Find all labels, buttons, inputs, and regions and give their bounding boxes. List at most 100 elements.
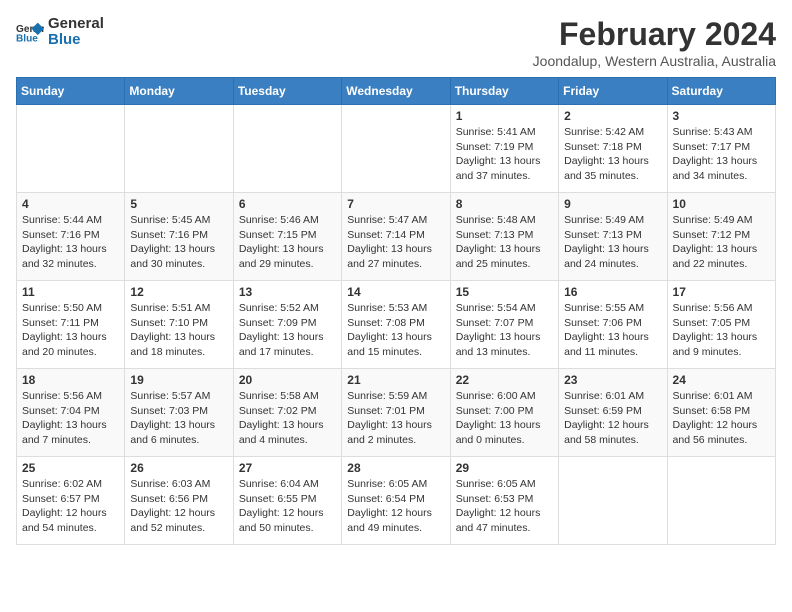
calendar-cell: 26Sunrise: 6:03 AM Sunset: 6:56 PM Dayli… — [125, 457, 233, 545]
header: General Blue General Blue February 2024 … — [16, 16, 776, 69]
calendar-header-monday: Monday — [125, 78, 233, 105]
main-title: February 2024 — [533, 16, 776, 53]
calendar-cell — [125, 105, 233, 193]
calendar-cell: 5 Sunrise: 5:45 AM Sunset: 7:16 PM Daylig… — [125, 193, 233, 281]
calendar-cell: 18 Sunrise: 5:56 AM Sunset: 7:04 PM Dayli… — [17, 369, 125, 457]
day-number: 16 — [564, 285, 661, 299]
day-info: Sunrise: 5:57 AM Sunset: 7:03 PM Dayligh… — [130, 389, 227, 448]
day-info: Sunrise: 5:50 AM Sunset: 7:11 PM Dayligh… — [22, 301, 119, 360]
calendar-header-saturday: Saturday — [667, 78, 775, 105]
calendar-cell: 24 Sunrise: 6:01 AM Sunset: 6:58 PM Dayli… — [667, 369, 775, 457]
calendar-cell: 14Sunrise: 5:53 AM Sunset: 7:08 PM Dayli… — [342, 281, 450, 369]
day-number: 15 — [456, 285, 553, 299]
day-number: 28 — [347, 461, 444, 475]
day-number: 6 — [239, 197, 336, 211]
calendar-cell: 13Sunrise: 5:52 AM Sunset: 7:09 PM Dayli… — [233, 281, 341, 369]
calendar-week-row: 25 Sunrise: 6:02 AM Sunset: 6:57 PM Dayli… — [17, 457, 776, 545]
calendar-cell: 11 Sunrise: 5:50 AM Sunset: 7:11 PM Dayli… — [17, 281, 125, 369]
calendar-cell — [17, 105, 125, 193]
day-number: 9 — [564, 197, 661, 211]
day-number: 17 — [673, 285, 770, 299]
calendar-cell: 17 Sunrise: 5:56 AM Sunset: 7:05 PM Dayli… — [667, 281, 775, 369]
calendar-cell: 22 Sunrise: 6:00 AM Sunset: 7:00 PM Dayli… — [450, 369, 558, 457]
day-info: Sunrise: 5:54 AM Sunset: 7:07 PM Dayligh… — [456, 301, 553, 360]
day-info: Sunrise: 5:42 AM Sunset: 7:18 PM Dayligh… — [564, 125, 661, 184]
day-number: 8 — [456, 197, 553, 211]
calendar-cell — [233, 105, 341, 193]
calendar-cell: 12Sunrise: 5:51 AM Sunset: 7:10 PM Dayli… — [125, 281, 233, 369]
calendar-cell: 7 Sunrise: 5:47 AM Sunset: 7:14 PM Daylig… — [342, 193, 450, 281]
day-info: Sunrise: 5:41 AM Sunset: 7:19 PM Dayligh… — [456, 125, 553, 184]
day-info: Sunrise: 6:05 AM Sunset: 6:53 PM Dayligh… — [456, 477, 553, 536]
day-info: Sunrise: 6:00 AM Sunset: 7:00 PM Dayligh… — [456, 389, 553, 448]
day-info: Sunrise: 5:49 AM Sunset: 7:13 PM Dayligh… — [564, 213, 661, 272]
day-info: Sunrise: 6:01 AM Sunset: 6:59 PM Dayligh… — [564, 389, 661, 448]
logo-blue: Blue — [48, 31, 81, 48]
day-number: 27 — [239, 461, 336, 475]
day-number: 2 — [564, 109, 661, 123]
title-area: February 2024 Joondalup, Western Austral… — [533, 16, 776, 69]
logo: General Blue General Blue — [16, 16, 104, 48]
calendar-cell: 29 Sunrise: 6:05 AM Sunset: 6:53 PM Dayli… — [450, 457, 558, 545]
day-number: 18 — [22, 373, 119, 387]
day-info: Sunrise: 5:45 AM Sunset: 7:16 PM Dayligh… — [130, 213, 227, 272]
day-info: Sunrise: 5:48 AM Sunset: 7:13 PM Dayligh… — [456, 213, 553, 272]
subtitle: Joondalup, Western Australia, Australia — [533, 53, 776, 69]
day-info: Sunrise: 5:49 AM Sunset: 7:12 PM Dayligh… — [673, 213, 770, 272]
calendar-header-thursday: Thursday — [450, 78, 558, 105]
calendar-week-row: 1 Sunrise: 5:41 AM Sunset: 7:19 PM Daylig… — [17, 105, 776, 193]
day-info: Sunrise: 6:01 AM Sunset: 6:58 PM Dayligh… — [673, 389, 770, 448]
day-info: Sunrise: 6:04 AM Sunset: 6:55 PM Dayligh… — [239, 477, 336, 536]
calendar-cell — [667, 457, 775, 545]
calendar-cell: 10 Sunrise: 5:49 AM Sunset: 7:12 PM Dayli… — [667, 193, 775, 281]
calendar-cell: 1 Sunrise: 5:41 AM Sunset: 7:19 PM Daylig… — [450, 105, 558, 193]
day-number: 29 — [456, 461, 553, 475]
logo-icon: General Blue — [16, 21, 44, 43]
svg-text:Blue: Blue — [16, 33, 38, 43]
day-number: 4 — [22, 197, 119, 211]
calendar-cell — [342, 105, 450, 193]
day-number: 26 — [130, 461, 227, 475]
day-info: Sunrise: 5:47 AM Sunset: 7:14 PM Dayligh… — [347, 213, 444, 272]
calendar-table: SundayMondayTuesdayWednesdayThursdayFrid… — [16, 77, 776, 545]
day-info: Sunrise: 5:44 AM Sunset: 7:16 PM Dayligh… — [22, 213, 119, 272]
calendar-cell: 19 Sunrise: 5:57 AM Sunset: 7:03 PM Dayli… — [125, 369, 233, 457]
calendar-cell: 3Sunrise: 5:43 AM Sunset: 7:17 PM Daylig… — [667, 105, 775, 193]
day-number: 20 — [239, 373, 336, 387]
calendar-cell: 9 Sunrise: 5:49 AM Sunset: 7:13 PM Daylig… — [559, 193, 667, 281]
calendar-header-sunday: Sunday — [17, 78, 125, 105]
day-info: Sunrise: 6:02 AM Sunset: 6:57 PM Dayligh… — [22, 477, 119, 536]
day-number: 7 — [347, 197, 444, 211]
day-number: 5 — [130, 197, 227, 211]
day-number: 24 — [673, 373, 770, 387]
calendar-header-wednesday: Wednesday — [342, 78, 450, 105]
day-number: 12 — [130, 285, 227, 299]
day-info: Sunrise: 6:05 AM Sunset: 6:54 PM Dayligh… — [347, 477, 444, 536]
day-number: 19 — [130, 373, 227, 387]
day-info: Sunrise: 5:43 AM Sunset: 7:17 PM Dayligh… — [673, 125, 770, 184]
calendar-header-row: SundayMondayTuesdayWednesdayThursdayFrid… — [17, 78, 776, 105]
day-number: 21 — [347, 373, 444, 387]
calendar-cell: 16 Sunrise: 5:55 AM Sunset: 7:06 PM Dayli… — [559, 281, 667, 369]
calendar-cell: 2 Sunrise: 5:42 AM Sunset: 7:18 PM Daylig… — [559, 105, 667, 193]
day-info: Sunrise: 5:55 AM Sunset: 7:06 PM Dayligh… — [564, 301, 661, 360]
calendar-cell: 23Sunrise: 6:01 AM Sunset: 6:59 PM Dayli… — [559, 369, 667, 457]
day-number: 1 — [456, 109, 553, 123]
day-number: 22 — [456, 373, 553, 387]
day-info: Sunrise: 5:46 AM Sunset: 7:15 PM Dayligh… — [239, 213, 336, 272]
day-number: 13 — [239, 285, 336, 299]
calendar-cell: 28 Sunrise: 6:05 AM Sunset: 6:54 PM Dayli… — [342, 457, 450, 545]
calendar-cell: 21Sunrise: 5:59 AM Sunset: 7:01 PM Dayli… — [342, 369, 450, 457]
calendar-header-tuesday: Tuesday — [233, 78, 341, 105]
calendar-cell — [559, 457, 667, 545]
day-number: 25 — [22, 461, 119, 475]
day-number: 10 — [673, 197, 770, 211]
day-info: Sunrise: 5:56 AM Sunset: 7:05 PM Dayligh… — [673, 301, 770, 360]
day-number: 11 — [22, 285, 119, 299]
day-info: Sunrise: 5:53 AM Sunset: 7:08 PM Dayligh… — [347, 301, 444, 360]
calendar-cell: 27 Sunrise: 6:04 AM Sunset: 6:55 PM Dayli… — [233, 457, 341, 545]
day-info: Sunrise: 5:56 AM Sunset: 7:04 PM Dayligh… — [22, 389, 119, 448]
calendar-cell: 4 Sunrise: 5:44 AM Sunset: 7:16 PM Daylig… — [17, 193, 125, 281]
calendar-cell: 25 Sunrise: 6:02 AM Sunset: 6:57 PM Dayli… — [17, 457, 125, 545]
logo-general: General — [48, 15, 104, 32]
